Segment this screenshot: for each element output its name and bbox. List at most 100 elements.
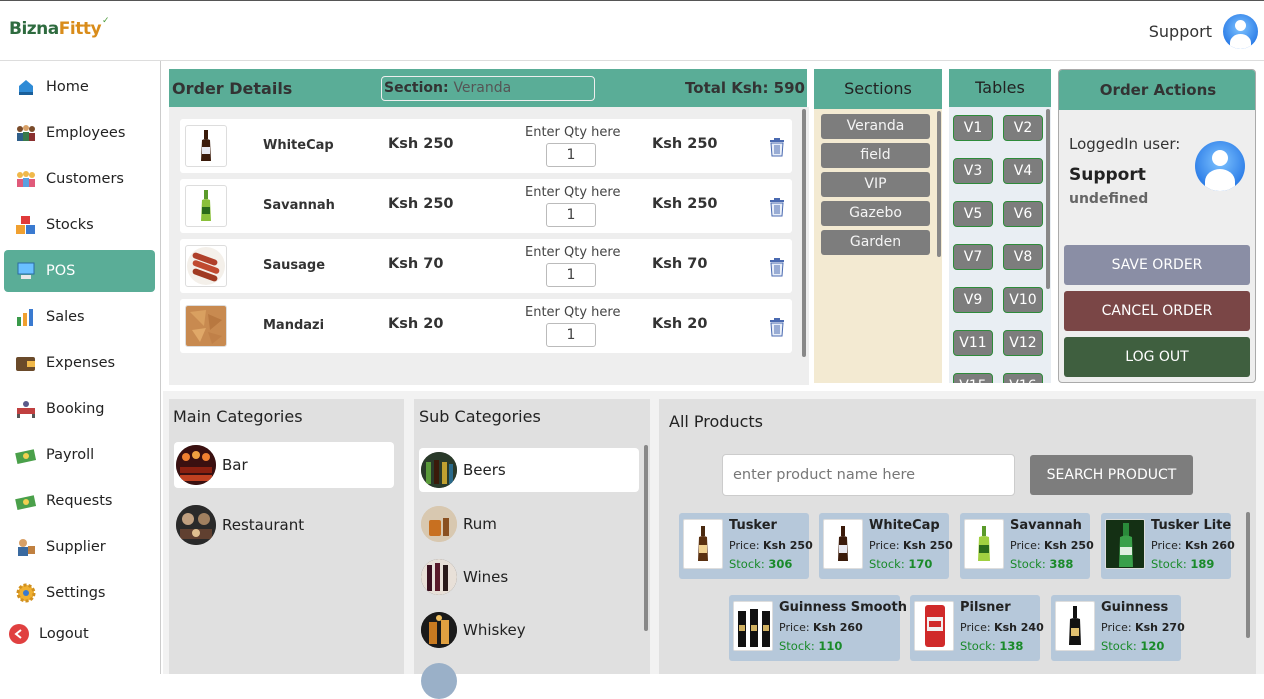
product-card-tusker[interactable]: Tusker Price: Ksh 250 Stock: 306 [679,513,813,579]
stocks-icon [15,214,37,236]
product-price: Price: Ksh 260 [779,621,863,634]
sidebar-item-payroll[interactable]: Payroll [4,434,155,476]
order-row: Sausage Ksh 70 Enter Qty here 1 Ksh 70 [180,239,792,293]
header-user-label[interactable]: Support [1149,22,1212,41]
brand-logo[interactable]: BiznaFitty ✓ [9,16,110,39]
table-button-v4[interactable]: V4 [1003,158,1043,184]
order-item-price: Ksh 20 [388,316,444,332]
product-card-guinness-smooth[interactable]: Guinness Smooth Price: Ksh 260 Stock: 11… [729,595,907,661]
product-card-savannah[interactable]: Savannah Price: Ksh 250 Stock: 388 [960,513,1094,579]
main-category-label: Restaurant [222,516,305,534]
sidebar-item-pos[interactable]: POS [4,250,155,292]
table-button-v7[interactable]: V7 [953,244,993,270]
sidebar-item-logout[interactable]: Logout [4,613,155,655]
product-price: Price: Ksh 250 [1010,539,1094,552]
section-button-veranda[interactable]: Veranda [821,114,930,139]
table-button-v3[interactable]: V3 [953,158,993,184]
cancel-order-button[interactable]: CANCEL ORDER [1064,291,1250,331]
products-scrollbar[interactable] [1246,512,1250,638]
order-list-scrollbar[interactable] [802,109,806,357]
table-button-v8[interactable]: V8 [1003,244,1043,270]
qty-input[interactable]: 1 [546,323,596,347]
sections-title: Sections [814,69,942,109]
tables-scrollbar[interactable] [1046,109,1050,289]
section-button-gazebo[interactable]: Gazebo [821,201,930,226]
product-name: Guinness [1101,600,1169,615]
table-button-v2[interactable]: V2 [1003,115,1043,141]
section-field[interactable]: Section: Veranda [381,76,595,101]
sidebar-item-expenses[interactable]: Expenses [4,342,155,384]
wines-image [421,559,457,595]
product-card-pilsner[interactable]: Pilsner Price: Ksh 240 Stock: 138 [910,595,1044,661]
sub-categories-scrollbar[interactable] [644,445,648,631]
order-item-name: Sausage [263,258,326,273]
main-categories-panel: Main Categories Bar Restaurant [169,399,404,674]
user-avatar-icon[interactable] [1223,14,1258,49]
table-button-v5[interactable]: V5 [953,201,993,227]
whitecap-image [823,519,863,569]
table-button-v9[interactable]: V9 [953,287,993,313]
sidebar-item-employees[interactable]: Employees [4,112,155,154]
sub-categories-title: Sub Categories [419,407,541,426]
table-button-v16[interactable]: V16 [1003,373,1043,383]
sections-panel: Sections Veranda field VIP Gazebo Garden [814,69,942,383]
trash-icon[interactable] [768,197,786,221]
section-button-vip[interactable]: VIP [821,172,930,197]
product-stock: Stock: 388 [1010,557,1074,571]
product-name: Guinness Smooth [779,600,907,615]
sidebar-item-settings[interactable]: Settings [4,572,155,614]
section-button-garden[interactable]: Garden [821,230,930,255]
sub-category-label: Beers [463,461,506,479]
qty-input[interactable]: 1 [546,203,596,227]
sub-category-rum[interactable]: Rum [419,501,639,547]
table-button-v15[interactable]: V15 [953,373,993,383]
guinness-smooth-image [733,601,773,651]
qty-label: Enter Qty here [525,185,621,200]
section-button-field[interactable]: field [821,143,930,168]
save-order-button[interactable]: SAVE ORDER [1064,245,1250,285]
sub-category-beers[interactable]: Beers [419,448,639,492]
logout-icon [8,623,30,645]
sidebar-item-booking[interactable]: Booking [4,388,155,430]
sidebar-item-customers[interactable]: Customers [4,158,155,200]
product-price: Price: Ksh 250 [869,539,953,552]
trash-icon[interactable] [768,317,786,341]
main-categories-title: Main Categories [173,407,303,426]
product-card-whitecap[interactable]: WhiteCap Price: Ksh 250 Stock: 170 [819,513,953,579]
sidebar: Home Employees Customers Stocks POS Sale… [0,61,161,674]
main-category-label: Bar [222,456,248,474]
product-search-input[interactable]: enter product name here [722,454,1015,496]
main-category-bar[interactable]: Bar [174,442,394,488]
sub-category-whiskey[interactable]: Whiskey [419,607,639,653]
search-product-button[interactable]: SEARCH PRODUCT [1030,455,1193,495]
product-card-guinness[interactable]: Guinness Price: Ksh 270 Stock: 120 [1051,595,1185,661]
tusker-lite-image [1105,519,1145,569]
sidebar-item-requests[interactable]: Requests [4,480,155,522]
section-value: Veranda [453,80,512,96]
table-button-v1[interactable]: V1 [953,115,993,141]
table-button-v10[interactable]: V10 [1003,287,1043,313]
table-button-v6[interactable]: V6 [1003,201,1043,227]
sidebar-item-supplier[interactable]: Supplier [4,526,155,568]
sub-category-wines[interactable]: Wines [419,554,639,600]
wallet-icon [15,352,37,374]
main-category-restaurant[interactable]: Restaurant [174,502,394,548]
product-card-tusker-lite[interactable]: Tusker Lite Price: Ksh 260 Stock: 189 [1101,513,1235,579]
qty-input[interactable]: 1 [546,263,596,287]
sub-category-label: Rum [463,515,497,533]
log-out-button[interactable]: LOG OUT [1064,337,1250,377]
sidebar-item-home[interactable]: Home [4,66,155,108]
customers-icon [15,168,37,190]
product-price: Price: Ksh 250 [729,539,813,552]
home-icon [15,76,37,98]
sidebar-item-stocks[interactable]: Stocks [4,204,155,246]
sections-scrollbar[interactable] [937,111,941,257]
trash-icon[interactable] [768,137,786,161]
trash-icon[interactable] [768,257,786,281]
table-button-v11[interactable]: V11 [953,330,993,356]
sidebar-item-sales[interactable]: Sales [4,296,155,338]
gear-icon [15,582,37,604]
table-button-v12[interactable]: V12 [1003,330,1043,356]
bar-image [176,445,216,485]
qty-input[interactable]: 1 [546,143,596,167]
